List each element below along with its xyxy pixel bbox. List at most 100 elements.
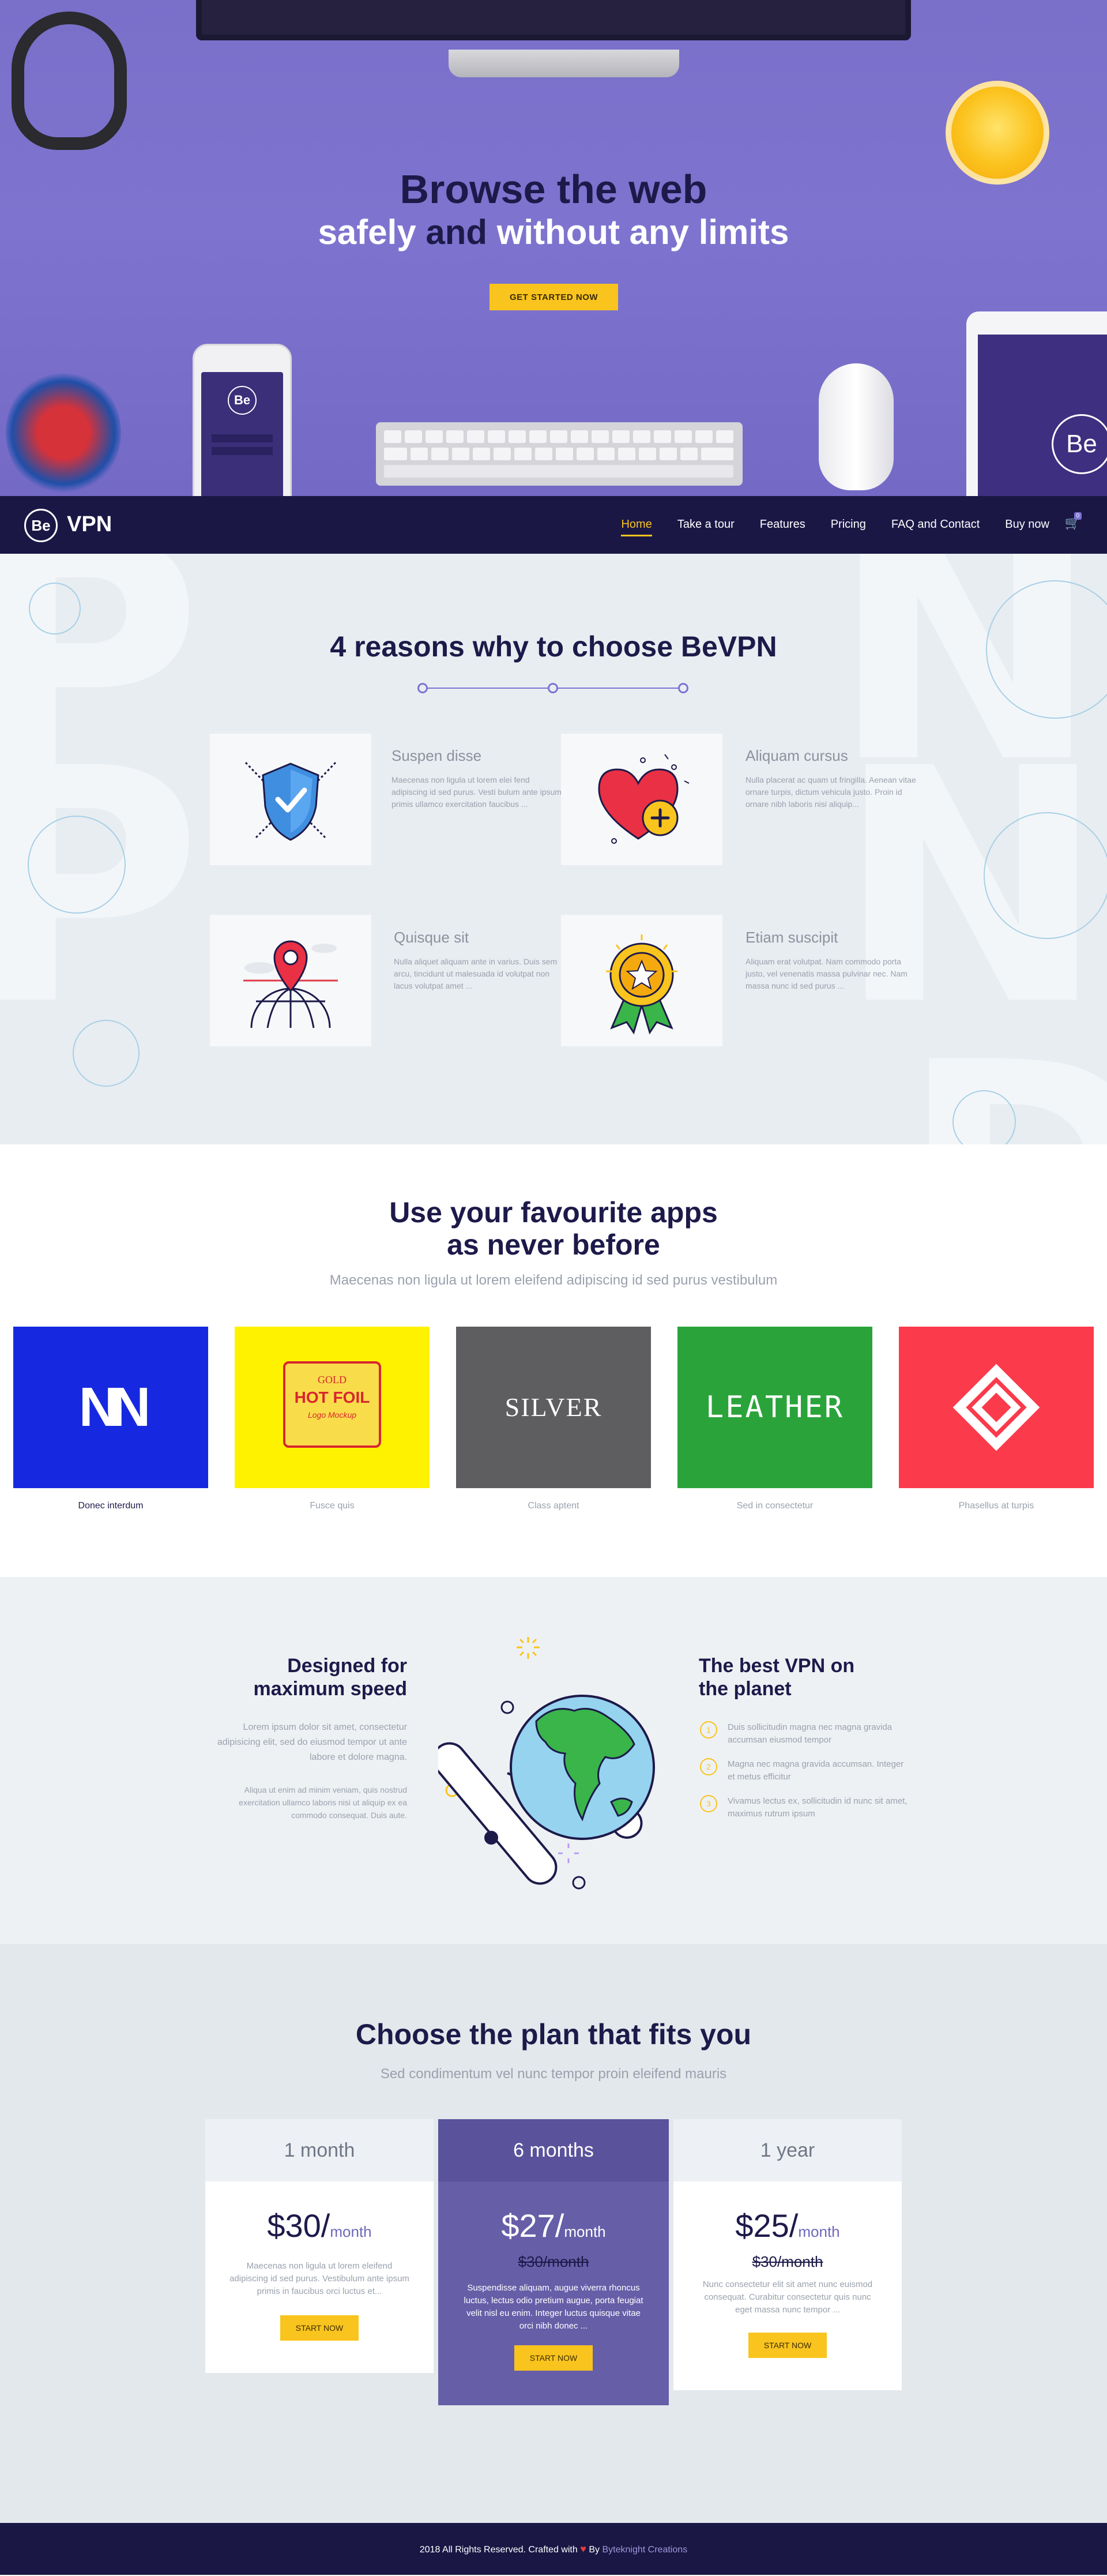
apps-subtitle: Maecenas non ligula ut lorem eleifend ad… xyxy=(329,1272,778,1288)
nn-logo: NN xyxy=(78,1376,151,1438)
hero-title: Browse the web xyxy=(400,167,707,212)
reason-title: Quisque sit xyxy=(394,929,469,946)
pricing-subtitle: Sed condimentum vel nunc tempor proin el… xyxy=(380,2066,727,2082)
apps-title: Use your favourite apps as never before xyxy=(0,1196,1107,1261)
vpn-title-line1: The best VPN on xyxy=(699,1655,855,1677)
start-now-button[interactable]: START NOW xyxy=(514,2345,593,2371)
speed-paragraph: Aliqua ut enim ad minim veniam, quis nos… xyxy=(239,1785,407,1820)
plan-price-period: month xyxy=(798,2223,840,2240)
plan-price-period: month xyxy=(564,2223,606,2240)
app-tile-gold[interactable]: GOLD HOT FOIL Logo Mockup xyxy=(235,1327,430,1488)
plan-old-price: $30/month xyxy=(518,2253,589,2270)
plan-price-value: $27/ xyxy=(501,2207,564,2244)
mouse-decoration xyxy=(819,363,894,490)
separator-dot xyxy=(417,683,428,693)
speed-title-line1: Designed for xyxy=(287,1655,407,1677)
tablet-screen: Be xyxy=(978,335,1107,496)
decorative-circle xyxy=(29,583,81,634)
reason-text: Aliquam erat volutpat. Nam commodo porta… xyxy=(745,957,908,990)
plan-name: 1 month xyxy=(205,2119,434,2181)
cart-icon[interactable]: 🛒 0 xyxy=(1065,512,1082,531)
phone-screen: Be xyxy=(201,372,283,496)
pricing-title: Choose the plan that fits you xyxy=(355,2018,752,2051)
silver-logo: SILVER xyxy=(504,1392,603,1422)
plan-card: 1 year $25/month $30/month Nunc consecte… xyxy=(673,2119,902,2390)
pricing-section: Choose the plan that fits you Sed condim… xyxy=(0,1944,1107,2523)
reason-card xyxy=(561,915,722,1046)
plan-card: 1 month $30/month Maecenas non ligula ut… xyxy=(205,2119,434,2373)
apps-section: Use your favourite apps as never before … xyxy=(0,1144,1107,1577)
vpn-title-line2: the planet xyxy=(699,1678,792,1700)
hero-subtitle-part3: without any limits xyxy=(496,213,789,251)
main-navbar: Be VPN Home Take a tour Features Pricing… xyxy=(0,496,1107,554)
separator-dot xyxy=(678,683,688,693)
speed-paragraph: Lorem ipsum dolor sit amet, consectetur … xyxy=(217,1722,407,1762)
shield-check-icon xyxy=(244,761,337,841)
features-section: Designed for maximum speed Lorem ipsum d… xyxy=(0,1577,1107,1944)
nav-menu: Home Take a tour Features Pricing FAQ an… xyxy=(596,518,1049,536)
hero-section: Browse the web safely and without any li… xyxy=(0,0,1107,496)
separator-dot xyxy=(548,683,558,693)
footer-author-link[interactable]: Byteknight Creations xyxy=(603,2545,688,2555)
app-caption: Donec interdum xyxy=(78,1501,144,1511)
reason-text: Nulla placerat ac quam ut fringilla. Aen… xyxy=(745,775,916,809)
hero-subtitle-part2: and xyxy=(426,213,488,251)
keyboard-decoration xyxy=(376,422,743,486)
leather-logo: LEATHER xyxy=(705,1390,845,1425)
plan-description: Suspendisse aliquam, augue viverra rhonc… xyxy=(464,2283,643,2331)
nav-item-tour[interactable]: Take a tour xyxy=(677,518,735,536)
plan-price-value: $30/ xyxy=(267,2207,330,2244)
app-caption: Phasellus at turpis xyxy=(958,1501,1034,1511)
apps-title-line2: as never before xyxy=(447,1229,660,1261)
reason-title: Suspen disse xyxy=(391,747,482,764)
app-tile-silver[interactable]: SILVER xyxy=(456,1327,651,1488)
footer-copyright: 2018 All Rights Reserved. Crafted with xyxy=(419,2545,578,2555)
app-caption: Sed in consectetur xyxy=(736,1501,814,1511)
nav-item-pricing[interactable]: Pricing xyxy=(831,518,866,536)
footer-by: By xyxy=(589,2545,600,2555)
monitor-decoration xyxy=(196,0,911,40)
tablet-logo: Be xyxy=(1052,414,1107,474)
list-number: 1 xyxy=(700,1721,717,1738)
list-item-text: Vivamus lectus ex, sollicitudin id nunc … xyxy=(728,1796,908,1819)
keyboard-keys xyxy=(384,430,733,478)
plan-card-featured: 6 months $27/month $30/month Suspendisse… xyxy=(438,2119,669,2405)
phone-logo: Be xyxy=(228,386,257,415)
heart-icon: ♥ xyxy=(580,2543,586,2555)
hero-subtitle-part1: safely xyxy=(318,213,416,251)
app-tile-nn[interactable]: NN xyxy=(13,1327,208,1488)
start-now-button[interactable]: START NOW xyxy=(748,2333,827,2358)
nav-item-faq[interactable]: FAQ and Contact xyxy=(891,518,980,536)
start-now-button[interactable]: START NOW xyxy=(280,2315,359,2341)
plan-price: $25/month xyxy=(673,2207,902,2244)
nav-item-buy[interactable]: Buy now xyxy=(1005,518,1049,536)
apps-title-line1: Use your favourite apps xyxy=(389,1196,718,1229)
reason-title: Etiam suscipit xyxy=(745,929,838,946)
decorative-circle xyxy=(984,812,1107,939)
reasons-title: 4 reasons why to choose BeVPN xyxy=(330,630,777,663)
phone-input xyxy=(212,447,273,455)
award-medal-icon xyxy=(606,934,677,1035)
app-tile-leather[interactable]: LEATHER xyxy=(677,1327,872,1488)
reason-text: Maecenas non ligula ut lorem elei fend a… xyxy=(391,775,562,809)
app-tile-diamond[interactable] xyxy=(899,1327,1094,1488)
logo-text[interactable]: VPN xyxy=(67,512,112,537)
get-started-button[interactable]: GET STARTED NOW xyxy=(490,284,618,310)
plan-name: 1 year xyxy=(673,2119,902,2181)
decorative-circle xyxy=(73,1020,140,1087)
cart-count-badge: 0 xyxy=(1074,512,1082,520)
nav-item-features[interactable]: Features xyxy=(760,518,805,536)
reason-card xyxy=(210,915,371,1046)
hero-subtitle: safely and without any limits xyxy=(0,212,1107,252)
reason-text: Nulla aliquet aliquam ante in varius. Du… xyxy=(394,957,558,990)
headphones-decoration xyxy=(12,12,127,150)
gold-mid-label: HOT FOIL xyxy=(294,1388,370,1406)
gold-top-label: GOLD xyxy=(318,1374,347,1385)
logo-mark[interactable]: Be xyxy=(24,509,58,542)
plan-description: Maecenas non ligula ut lorem eleifend ad… xyxy=(229,2261,409,2296)
plan-price: $27/month xyxy=(438,2207,669,2244)
monitor-stand-decoration xyxy=(449,50,679,77)
diamond-logo-icon xyxy=(952,1364,1040,1451)
list-number: 3 xyxy=(700,1795,717,1812)
nav-item-home[interactable]: Home xyxy=(621,518,652,536)
